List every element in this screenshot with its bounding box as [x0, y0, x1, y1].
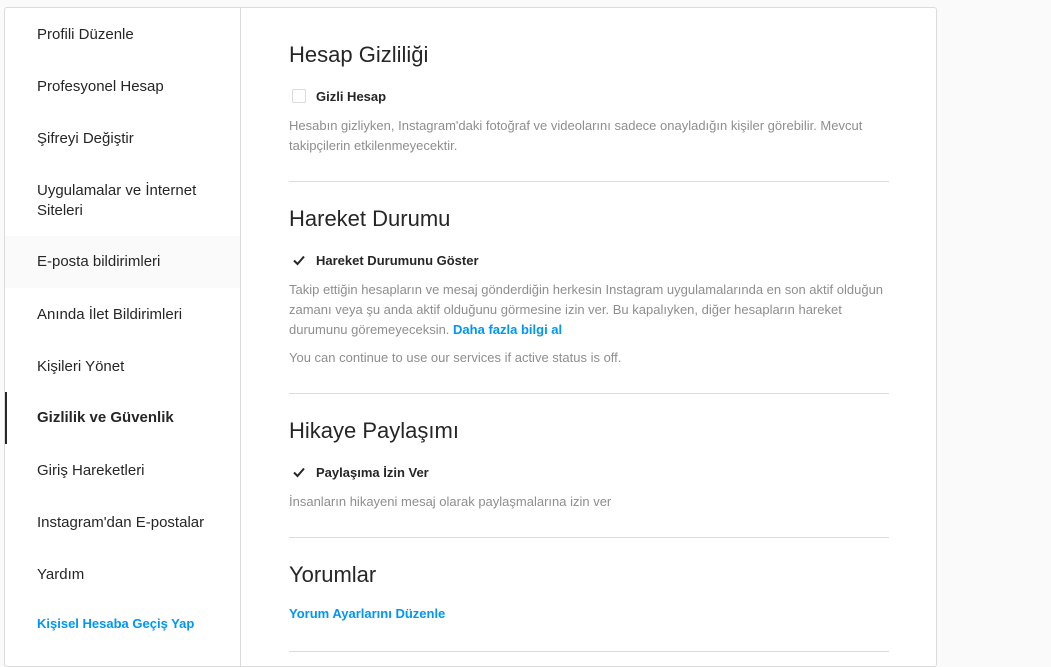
sidebar-item-label: Anında İlet Bildirimleri: [37, 306, 183, 323]
sidebar-item-manage-contacts[interactable]: Kişileri Yönet: [5, 355, 240, 379]
sidebar-item-label: Gizlilik ve Güvenlik: [37, 409, 174, 426]
sidebar-item-label: Instagram'dan E-postalar: [37, 514, 205, 531]
sidebar-item-login-activity[interactable]: Giriş Hareketleri: [5, 459, 240, 483]
edit-comment-settings-link[interactable]: Yorum Ayarlarını Düzenle: [289, 606, 445, 621]
settings-sidebar: Profili Düzenle Profesyonel Hesap Şifrey…: [5, 8, 241, 666]
account-privacy-section: Hesap Gizliliği Gizli Hesap Hesabın gizl…: [289, 42, 889, 156]
divider: [289, 537, 889, 538]
switch-to-personal-account-link[interactable]: Kişisel Hesaba Geçiş Yap: [5, 613, 240, 635]
activity-description-text: Takip ettiğin hesapların ve mesaj gönder…: [289, 282, 884, 337]
private-account-label: Gizli Hesap: [316, 88, 387, 104]
sidebar-item-email-notifications[interactable]: E-posta bildirimleri: [5, 236, 240, 288]
checkmark-icon: [293, 467, 305, 478]
divider: [289, 393, 889, 394]
activity-status-description: Takip ettiğin hesapların ve mesaj gönder…: [289, 280, 889, 340]
sidebar-item-label: Kişileri Yönet: [37, 358, 125, 375]
sidebar-item-emails-from-instagram[interactable]: Instagram'dan E-postalar: [5, 511, 240, 535]
sidebar-item-professional-account[interactable]: Profesyonel Hesap: [5, 75, 240, 99]
settings-card: Profili Düzenle Profesyonel Hesap Şifrey…: [4, 7, 937, 667]
sidebar-item-help[interactable]: Yardım: [5, 563, 240, 587]
divider: [289, 181, 889, 182]
allow-sharing-label: Paylaşıma İzin Ver: [316, 464, 429, 480]
section-title: Hesap Gizliliği: [289, 42, 429, 67]
activity-status-label: Hareket Durumunu Göster: [316, 252, 479, 268]
allow-sharing-row[interactable]: Paylaşıma İzin Ver: [289, 463, 889, 481]
sidebar-item-label: E-posta bildirimleri: [37, 253, 161, 270]
activity-status-note: You can continue to use our services if …: [289, 350, 622, 365]
sidebar-item-privacy-security[interactable]: Gizlilik ve Güvenlik: [5, 392, 240, 444]
switch-link-label: Kişisel Hesaba Geçiş Yap: [37, 616, 195, 631]
comments-section: Yorumlar Yorum Ayarlarını Düzenle: [289, 562, 889, 621]
learn-more-link[interactable]: Daha fazla bilgi al: [453, 322, 562, 337]
allow-sharing-description: İnsanların hikayeni mesaj olarak paylaşm…: [289, 494, 612, 509]
private-account-description: Hesabın gizliyken, Instagram'daki fotoğr…: [289, 118, 863, 153]
sidebar-item-label: Yardım: [37, 566, 85, 583]
activity-status-row[interactable]: Hareket Durumunu Göster: [289, 251, 889, 269]
activity-status-checkbox[interactable]: [292, 253, 306, 267]
activity-status-section: Hareket Durumu Hareket Durumunu Göster T…: [289, 206, 889, 368]
sidebar-item-push-notifications[interactable]: Anında İlet Bildirimleri: [5, 303, 240, 327]
sidebar-item-label: Şifreyi Değiştir: [37, 130, 134, 147]
sidebar-item-label: Profili Düzenle: [37, 26, 134, 43]
settings-main: Hesap Gizliliği Gizli Hesap Hesabın gizl…: [241, 8, 936, 666]
sidebar-item-edit-profile[interactable]: Profili Düzenle: [5, 23, 240, 47]
section-title: Hikaye Paylaşımı: [289, 418, 459, 443]
sidebar-item-label: Profesyonel Hesap: [37, 78, 164, 95]
private-account-row[interactable]: Gizli Hesap: [289, 87, 889, 105]
story-sharing-section: Hikaye Paylaşımı Paylaşıma İzin Ver İnsa…: [289, 418, 889, 512]
sidebar-item-change-password[interactable]: Şifreyi Değiştir: [5, 127, 240, 151]
allow-sharing-checkbox[interactable]: [292, 465, 306, 479]
sidebar-item-apps-websites[interactable]: Uygulamalar ve İnternet Siteleri: [5, 179, 240, 223]
sidebar-item-label: Uygulamalar ve İnternet Siteleri: [37, 182, 197, 219]
checkmark-icon: [293, 255, 305, 266]
section-title: Hareket Durumu: [289, 206, 451, 231]
section-title: Yorumlar: [289, 562, 377, 587]
sidebar-item-label: Giriş Hareketleri: [37, 462, 145, 479]
private-account-checkbox[interactable]: [292, 89, 306, 103]
